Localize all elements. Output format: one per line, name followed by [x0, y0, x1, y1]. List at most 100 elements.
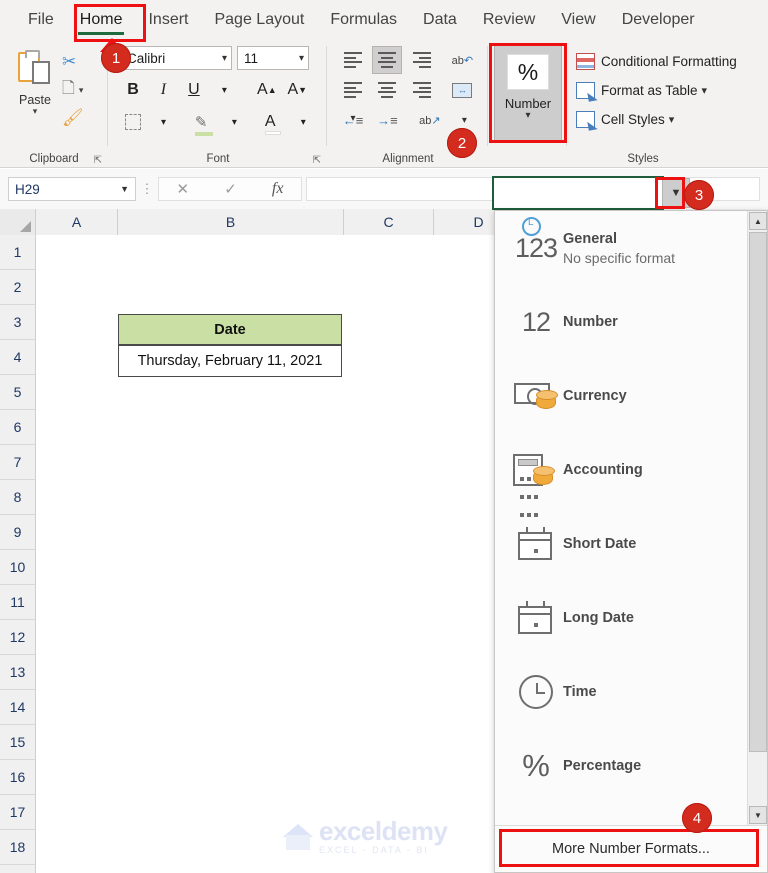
cell-b4-date-value[interactable]: Thursday, February 11, 2021 — [118, 345, 342, 377]
row-header-15[interactable]: 15 — [0, 725, 35, 760]
font-size-input[interactable]: 11 ▾ — [237, 46, 309, 70]
italic-button[interactable]: I — [150, 76, 176, 104]
number-format-item-long-date[interactable]: Long Date — [495, 581, 747, 655]
underline-button[interactable]: U — [181, 76, 207, 104]
row-header-11[interactable]: 11 — [0, 585, 35, 620]
font-name-input[interactable]: Calibri ▾ — [120, 46, 232, 70]
row-header-1[interactable]: 1 — [0, 235, 35, 270]
align-left-button[interactable] — [338, 76, 368, 104]
format-as-table-button[interactable]: Format as Table ▾ — [576, 77, 707, 104]
conditional-formatting-button[interactable]: Conditional Formatting — [576, 48, 737, 75]
fill-color-button[interactable]: ✎ — [191, 108, 217, 136]
row-header-14[interactable]: 14 — [0, 690, 35, 725]
tab-page-layout[interactable]: Page Layout — [204, 7, 314, 33]
tab-formulas[interactable]: Formulas — [320, 7, 407, 33]
row-header-5[interactable]: 5 — [0, 375, 35, 410]
cell-styles-label: Cell Styles — [601, 112, 665, 127]
cell-styles-icon — [576, 111, 595, 128]
number-format-item-currency[interactable]: Currency — [495, 359, 747, 433]
row-header-2[interactable]: 2 — [0, 270, 35, 305]
select-all-corner[interactable] — [0, 209, 36, 235]
column-header-a[interactable]: A — [36, 209, 118, 235]
copy-icon: 🗋 — [62, 79, 75, 97]
number-format-item-general[interactable]: 123 General No specific format — [495, 211, 747, 285]
bottom-align-button[interactable] — [407, 46, 437, 74]
decrease-indent-button[interactable]: ←≡ — [338, 106, 368, 134]
chevron-down-icon[interactable]: ▾ — [79, 85, 84, 96]
chevron-down-icon[interactable]: ▼ — [120, 184, 129, 194]
font-dialog-launcher[interactable]: ⇱ — [313, 155, 321, 166]
scrollbar-thumb[interactable] — [749, 232, 767, 752]
formula-bar-handle[interactable]: ⋮ — [136, 181, 158, 197]
clipboard-dialog-launcher[interactable]: ⇱ — [94, 155, 102, 166]
general-123-icon: 123 — [509, 216, 563, 264]
increase-indent-button[interactable]: →≡ — [372, 106, 402, 134]
cancel-icon[interactable]: ✕ — [177, 180, 190, 198]
chevron-down-icon[interactable]: ▾ — [150, 108, 176, 136]
chevron-down-icon[interactable]: ▾ — [221, 108, 247, 136]
dropdown-scrollbar[interactable]: ▲ ▼ — [747, 211, 767, 825]
ribbon-group-styles: Conditional Formatting Format as Table ▾… — [568, 40, 768, 168]
number-format-item-percentage[interactable]: % Percentage — [495, 729, 747, 803]
number-format-item-time[interactable]: Time — [495, 655, 747, 729]
tab-review[interactable]: Review — [473, 7, 545, 33]
copy-button[interactable]: 🗋 ▾ — [62, 76, 106, 104]
scroll-down-icon[interactable]: ▼ — [749, 806, 767, 824]
number-format-item-number[interactable]: 12 Number — [495, 285, 747, 359]
middle-align-button[interactable] — [372, 46, 403, 74]
chevron-down-icon[interactable]: ▾ — [290, 108, 316, 136]
chevron-down-icon[interactable]: ▾ — [222, 53, 227, 64]
styles-group-label: Styles — [627, 153, 659, 165]
row-header-16[interactable]: 16 — [0, 760, 35, 795]
chevron-down-icon[interactable]: ▾ — [299, 53, 304, 64]
middle-align-icon — [378, 50, 397, 71]
tab-data[interactable]: Data — [413, 7, 467, 33]
tab-view[interactable]: View — [551, 7, 605, 33]
chevron-down-icon[interactable]: ▾ — [669, 113, 675, 126]
row-header-18[interactable]: 18 — [0, 830, 35, 865]
align-center-button[interactable] — [372, 76, 402, 104]
cell-b3-date-header[interactable]: Date — [118, 314, 342, 345]
wrap-text-button[interactable]: ↔ — [447, 76, 477, 104]
scroll-up-icon[interactable]: ▲ — [749, 212, 767, 230]
row-header-17[interactable]: 17 — [0, 795, 35, 830]
chevron-down-icon[interactable]: ▾ — [702, 84, 708, 97]
cell-styles-button[interactable]: Cell Styles ▾ — [576, 106, 674, 133]
row-header-9[interactable]: 9 — [0, 515, 35, 550]
number-format-combobox[interactable]: ▼ — [492, 176, 690, 210]
row-header-6[interactable]: 6 — [0, 410, 35, 445]
insert-function-icon[interactable]: fx — [272, 180, 284, 198]
column-header-b[interactable]: B — [118, 209, 344, 235]
row-header-10[interactable]: 10 — [0, 550, 35, 585]
merge-center-button[interactable]: ab↗ — [415, 106, 445, 134]
align-right-button[interactable] — [407, 76, 437, 104]
chevron-down-icon[interactable]: ▾ — [211, 76, 237, 104]
row-header-8[interactable]: 8 — [0, 480, 35, 515]
increase-indent-icon: →≡ — [377, 112, 398, 128]
top-align-button[interactable] — [338, 46, 368, 74]
grow-font-button[interactable]: A ▲ — [254, 76, 280, 104]
font-color-button[interactable]: A — [260, 108, 286, 136]
borders-button[interactable] — [120, 108, 146, 136]
confirm-icon[interactable]: ✓ — [224, 180, 237, 198]
row-header-13[interactable]: 13 — [0, 655, 35, 690]
tab-developer[interactable]: Developer — [612, 7, 705, 33]
row-header-3[interactable]: 3 — [0, 305, 35, 340]
column-header-c[interactable]: C — [344, 209, 434, 235]
paste-button[interactable]: Paste ▾ — [8, 48, 62, 116]
row-header-7[interactable]: 7 — [0, 445, 35, 480]
fill-color-icon: ✎ — [194, 113, 213, 136]
tab-file[interactable]: File — [18, 7, 64, 33]
orientation-button[interactable]: ab↶ — [447, 46, 477, 74]
chevron-down-icon[interactable]: ▾ — [8, 107, 62, 116]
cut-button[interactable]: ✂ — [62, 48, 106, 76]
number-format-item-accounting[interactable]: Accounting — [495, 433, 747, 517]
format-as-table-icon — [576, 82, 595, 99]
bold-button[interactable]: B — [120, 76, 146, 104]
name-box[interactable]: H29 ▼ — [8, 177, 136, 201]
tab-insert[interactable]: Insert — [138, 7, 198, 33]
row-header-4[interactable]: 4 — [0, 340, 35, 375]
row-header-12[interactable]: 12 — [0, 620, 35, 655]
shrink-font-button[interactable]: A ▼ — [284, 76, 310, 104]
format-painter-button[interactable]: 🖌 — [62, 104, 106, 132]
